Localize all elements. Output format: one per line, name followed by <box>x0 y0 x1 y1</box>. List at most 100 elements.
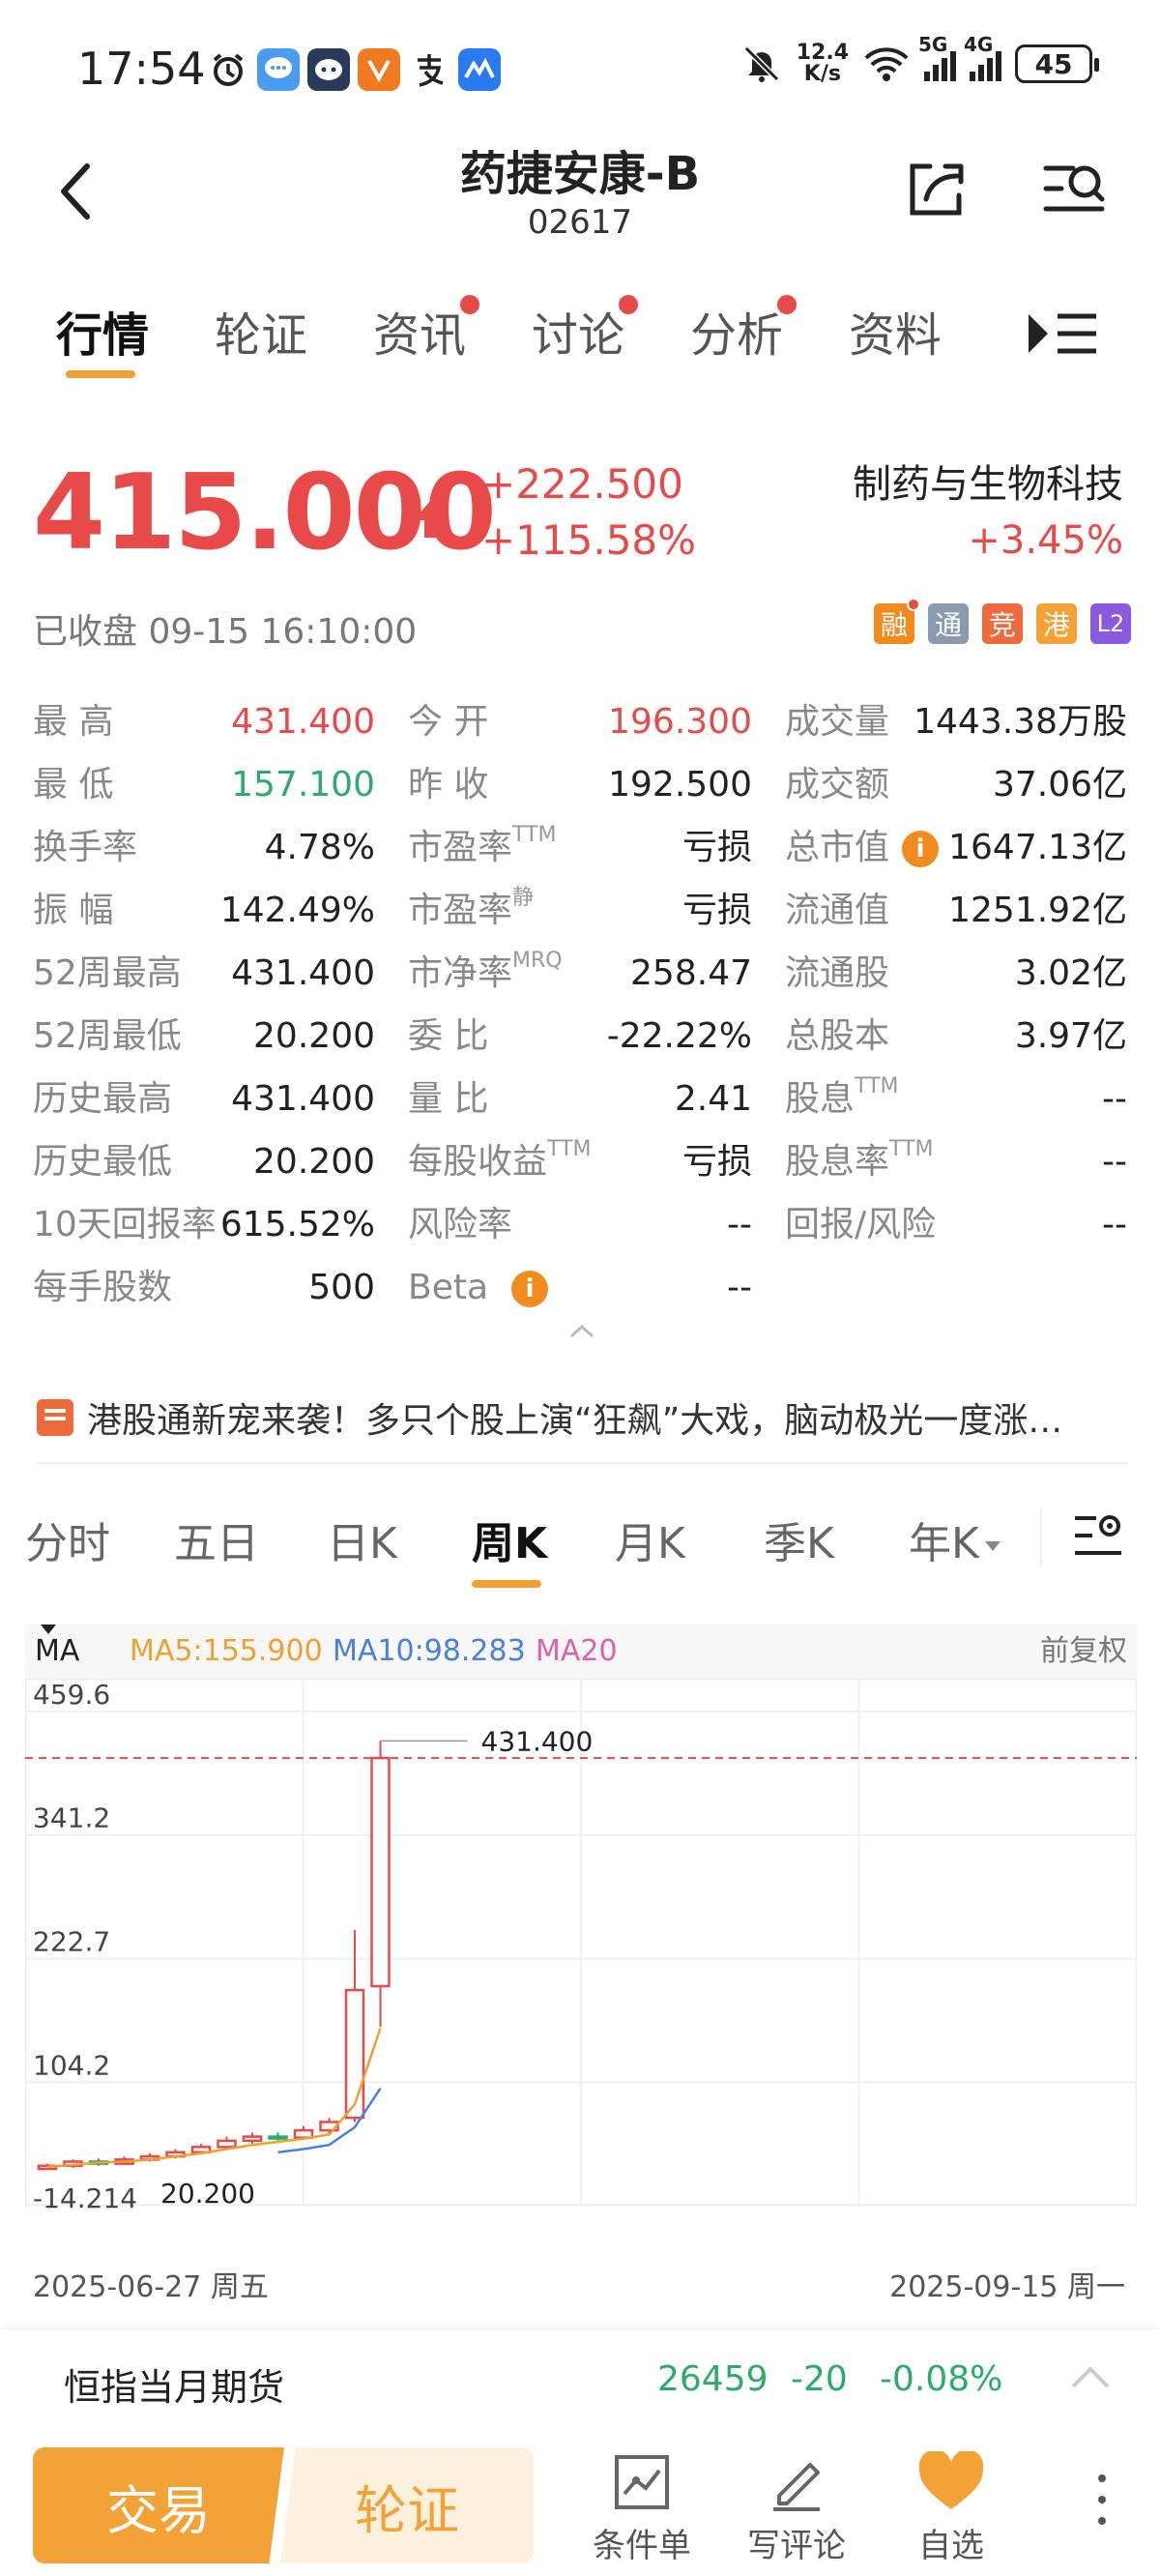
stat-value: i 1647.13亿 <box>902 816 1127 879</box>
news-icon <box>37 1399 73 1436</box>
signal-5g: 5G <box>918 33 956 81</box>
tab-quote[interactable]: 行情 <box>56 297 149 365</box>
market-status: 已收盘 09-15 16:10:00 <box>33 612 418 652</box>
stat-label-text: 流通股 <box>785 953 890 993</box>
more-options-icon[interactable] <box>1092 2471 1112 2529</box>
sector-info[interactable]: 制药与生物科技 +3.45% <box>853 456 1123 569</box>
conditional-order-button[interactable]: 条件单 <box>574 2445 710 2566</box>
ma20-value: MA20 <box>536 1634 618 1668</box>
stat-label-text: 成交额 <box>785 765 890 805</box>
tab-profile[interactable]: 资料 <box>849 297 942 365</box>
watchlist-button[interactable]: 自选 <box>884 2445 1019 2566</box>
connect-badge[interactable]: 通 <box>928 603 969 644</box>
chart-settings-icon[interactable] <box>1071 1508 1125 1563</box>
stat-label-text: 历史最高 <box>33 1079 173 1119</box>
badge-label: 港 <box>1042 609 1070 641</box>
menu-search-icon[interactable] <box>1040 155 1110 224</box>
section-tabs: 行情 轮证 资讯 讨论 分析 资料 <box>0 285 1160 382</box>
chart-period-tabs: 分时 五日 日K 周K 月K 季K 年K <box>0 1508 1160 1605</box>
pencil-icon <box>773 2463 820 2511</box>
network-speed-unit: K/s <box>803 62 841 86</box>
period-tab-monthly[interactable]: 月K <box>615 1508 685 1570</box>
stat-value: 1251.92亿 <box>948 879 1127 942</box>
badge-label: 通 <box>934 609 962 641</box>
auction-badge[interactable]: 竞 <box>982 603 1023 644</box>
adjust-mode[interactable]: 前复权 <box>1040 1625 1127 1679</box>
badge-label: 竞 <box>988 609 1016 641</box>
stat-value-text: 37.06亿 <box>992 765 1127 805</box>
signal-5g-label: 5G <box>918 33 948 56</box>
info-icon[interactable]: i <box>902 831 940 867</box>
stat-value: 20.200 <box>253 1005 375 1068</box>
collapse-chevron-icon[interactable] <box>567 1323 596 1340</box>
stat-value: 431.400 <box>231 1068 375 1130</box>
stat-value-text: 20.200 <box>253 1016 375 1056</box>
unread-dot <box>460 295 480 314</box>
tab-warrants[interactable]: 轮证 <box>215 297 307 365</box>
status-bar: 17:54 12.4 K/s 5G 4G 45 <box>0 0 1160 135</box>
stat-value: 258.47 <box>630 942 752 1005</box>
stat-value-text: -- <box>1102 1079 1127 1119</box>
stat-label: Beta i <box>408 1256 558 1319</box>
stats-row: 52周最高 431.400 市净率MRQ 258.47 流通股 3.02亿 <box>0 942 1160 1005</box>
period-tab-5day[interactable]: 五日 <box>174 1508 259 1570</box>
expand-chevron-icon[interactable] <box>1067 2357 1114 2396</box>
write-comment-button[interactable]: 写评论 <box>729 2445 864 2566</box>
stat-value-text: -- <box>727 1268 752 1307</box>
stat-value-text: 亏损 <box>682 828 752 867</box>
alipay-icon <box>408 48 450 91</box>
feature-badges: 融 通 竞 港 L2 <box>874 598 1131 644</box>
share-icon[interactable] <box>901 155 971 224</box>
candle-body <box>242 2135 263 2143</box>
stat-value-text: 亏损 <box>682 891 752 930</box>
warrant-button[interactable]: 轮证 <box>280 2447 534 2563</box>
l2-badge[interactable]: L2 <box>1090 603 1131 644</box>
tab-analysis[interactable]: 分析 <box>690 295 798 365</box>
low-price-label: 20.200 <box>160 2178 255 2210</box>
stat-value: 3.97亿 <box>1015 1005 1127 1068</box>
stat-label-text: 风险率 <box>408 1205 513 1244</box>
margin-badge[interactable]: 融 <box>874 598 920 644</box>
period-tab-weekly[interactable]: 周K <box>472 1508 547 1570</box>
hk-badge[interactable]: 港 <box>1036 603 1077 644</box>
stat-value-text: 亏损 <box>682 1142 752 1182</box>
stat-value: -- <box>727 1256 752 1319</box>
candlestick-chart[interactable]: 459.6 341.2 222.7 104.2 -14.214 431.400 20.200 <box>25 1679 1137 2249</box>
candle-body <box>370 1756 391 1988</box>
stat-label-text: 总股本 <box>785 1016 890 1056</box>
period-tab-daily[interactable]: 日K <box>327 1508 397 1570</box>
period-tab-yearly[interactable]: 年K <box>909 1508 1000 1570</box>
stat-label-text: 10天回报率 <box>33 1205 217 1244</box>
write-comment-label: 写评论 <box>747 2527 846 2565</box>
indicator-bar: MA MA5:155.900 MA10:98.283 MA20 前复权 <box>25 1625 1137 1679</box>
stat-value-text: 1251.92亿 <box>948 891 1127 930</box>
stats-row: 历史最高 431.400 量 比 2.41 股息TTM -- <box>0 1068 1160 1130</box>
period-tab-quarterly[interactable]: 季K <box>764 1508 834 1570</box>
stat-label: 10天回报率 <box>33 1193 217 1256</box>
stat-value-text: 1647.13亿 <box>948 828 1127 867</box>
stat-label-text: 回报/风险 <box>785 1205 937 1244</box>
active-tab-indicator <box>66 370 135 378</box>
chat-bot-app-icon <box>307 48 350 91</box>
news-ticker[interactable]: 港股通新宠来袭！多只个股上演“狂飙”大戏，脑动极光一度涨… <box>37 1389 1129 1447</box>
change-amount: +222.500 <box>481 460 683 508</box>
stat-label-text: 市盈率 <box>408 891 513 930</box>
futures-strip[interactable]: 恒指当月期货 26459 -20 -0.08% <box>0 2330 1160 2432</box>
stats-row: 历史最低 20.200 每股收益TTM 亏损 股息率TTM -- <box>0 1130 1160 1193</box>
stat-label-text: 市盈率 <box>408 828 513 867</box>
trade-button[interactable]: 交易 <box>33 2447 284 2563</box>
stat-value: -- <box>1102 1193 1127 1256</box>
info-icon[interactable]: i <box>511 1271 549 1307</box>
more-tabs-icon[interactable] <box>1025 307 1102 361</box>
tab-news[interactable]: 资讯 <box>373 295 480 365</box>
period-tab-intraday[interactable]: 分时 <box>25 1508 110 1570</box>
tab-discussion[interactable]: 讨论 <box>532 295 639 365</box>
stat-value-text: 500 <box>308 1268 375 1307</box>
stat-label: 52周最低 <box>33 1005 182 1068</box>
divider <box>37 1462 1129 1464</box>
network-speed-value: 12.4 <box>796 41 849 65</box>
unread-dot <box>777 295 798 314</box>
stats-row: 最 高 431.400 今 开 196.300 成交量 1443.38万股 <box>0 690 1160 753</box>
network-speed: 12.4 K/s <box>797 43 849 85</box>
stat-value: 615.52% <box>220 1193 375 1256</box>
